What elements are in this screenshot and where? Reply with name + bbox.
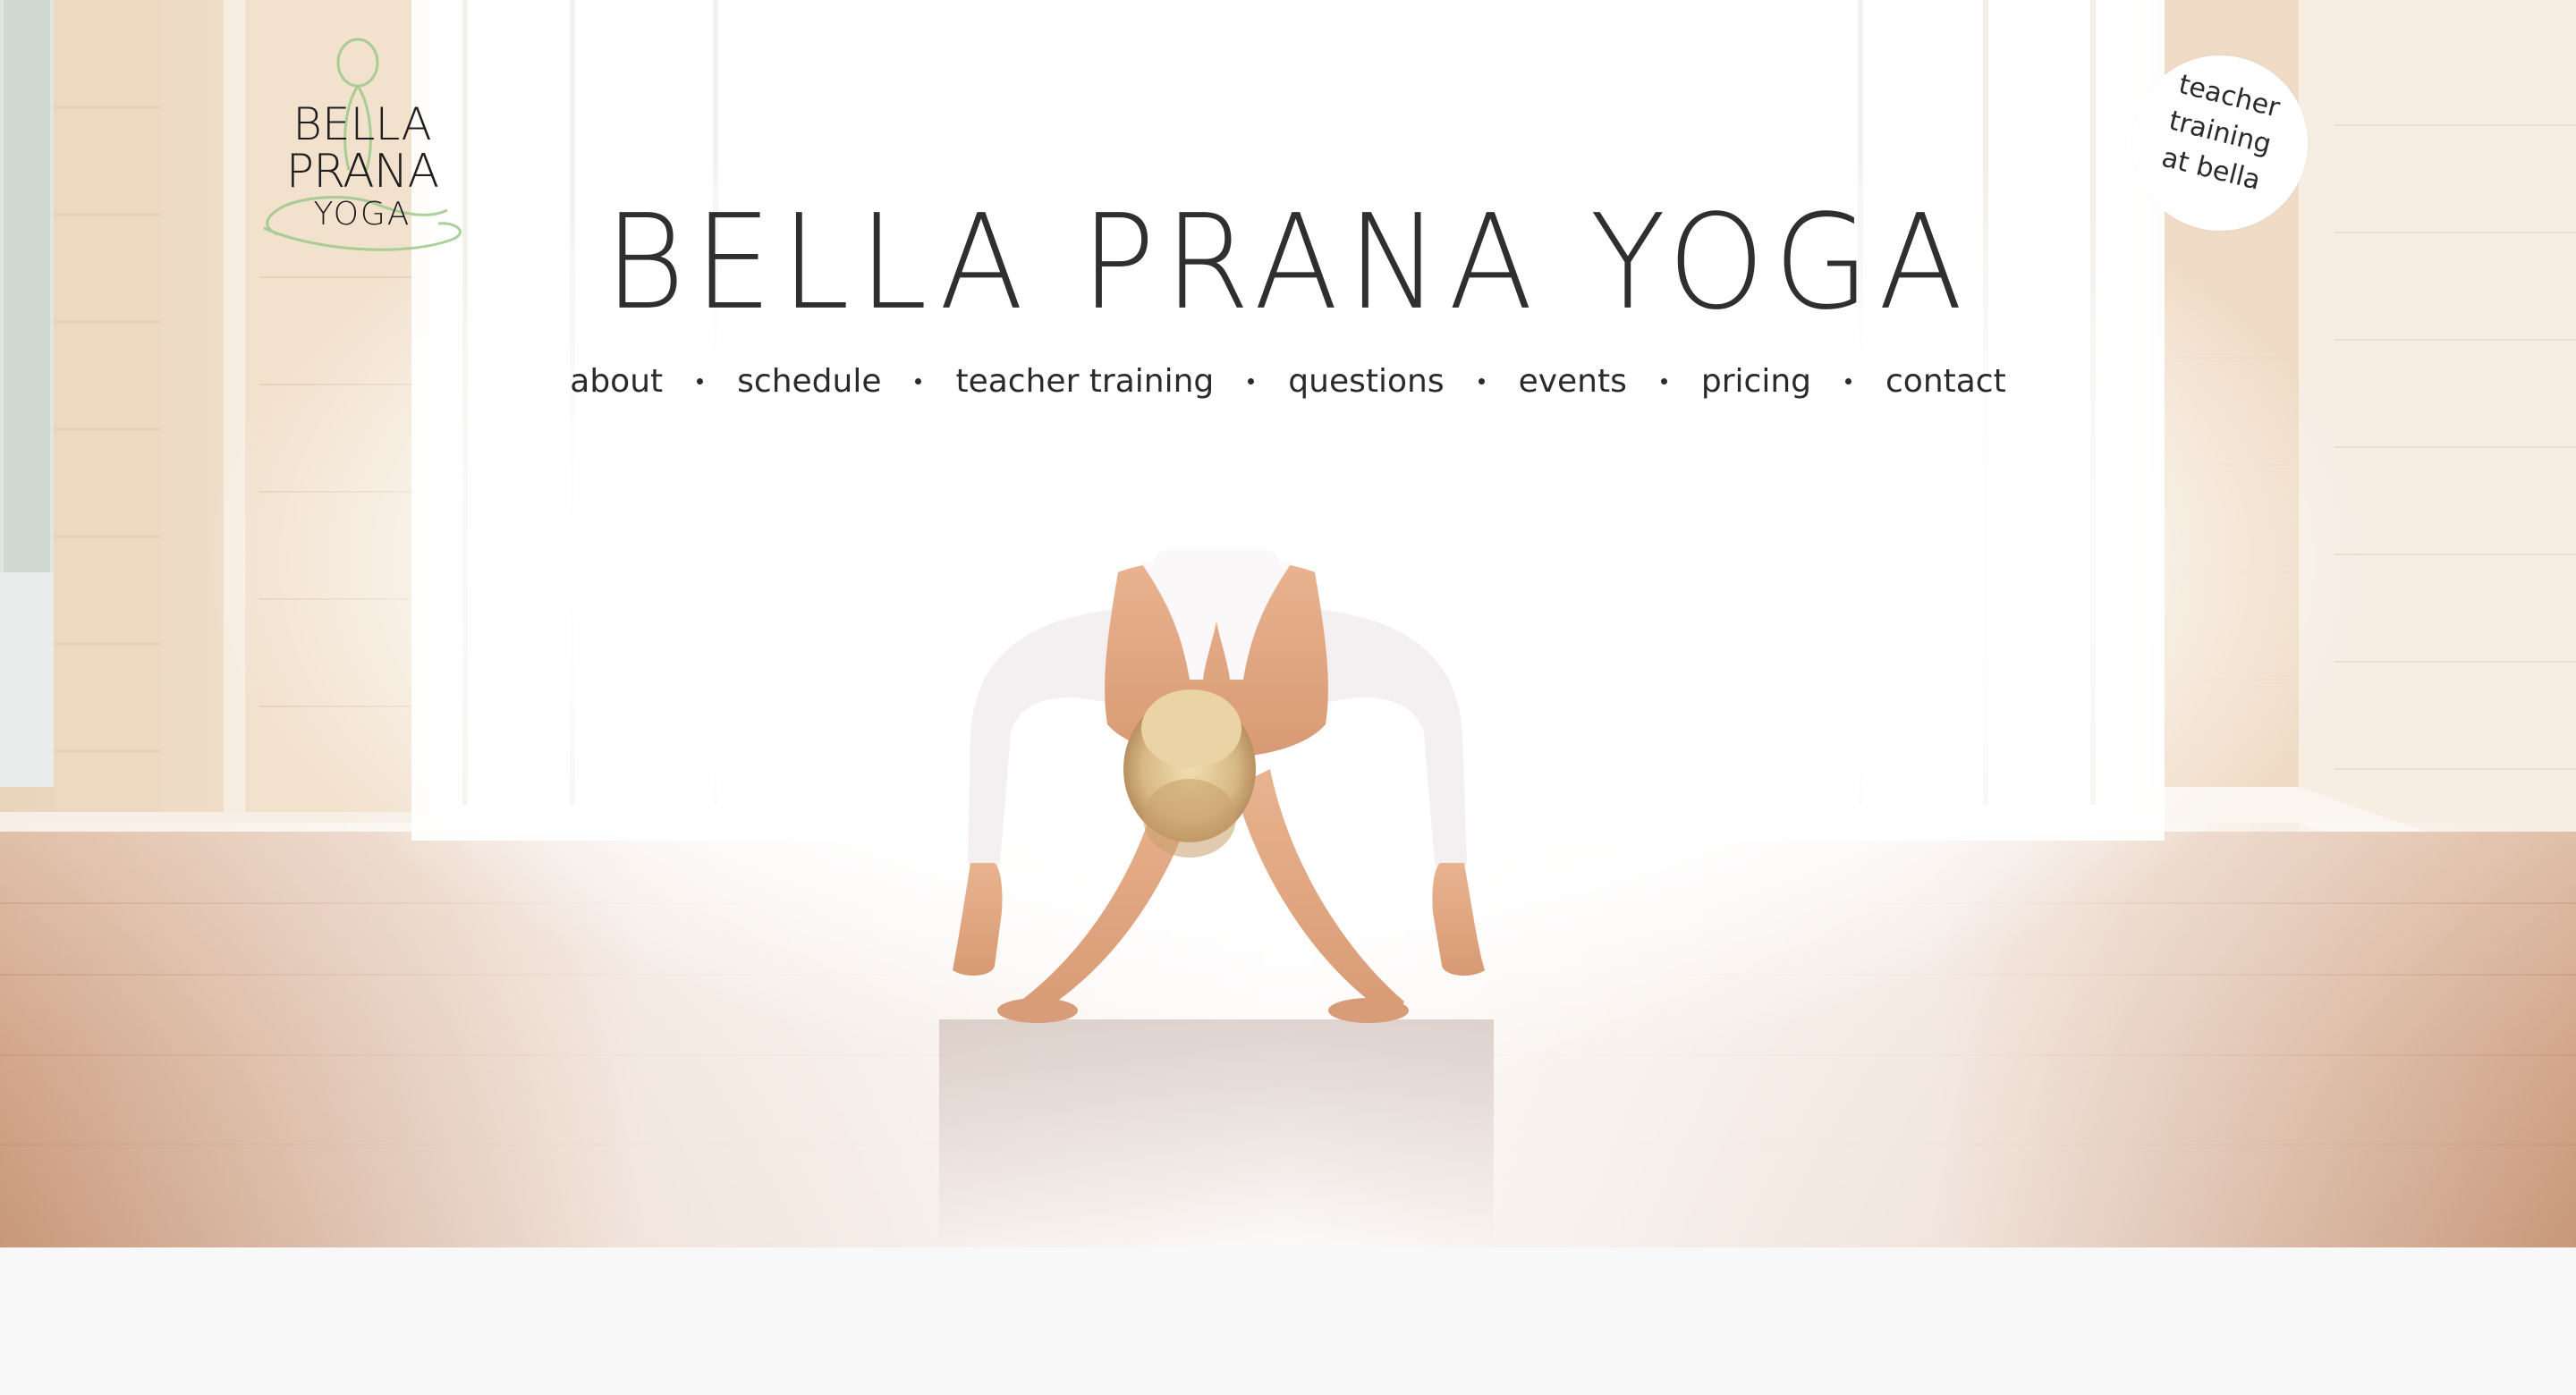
nav-link-events[interactable]: events bbox=[1519, 363, 1627, 400]
teacher-training-badge[interactable]: teacher training at bella bbox=[2132, 55, 2308, 231]
page: BELLA PRANA YOGA BELLA PRANA YOGA about … bbox=[0, 0, 2576, 1395]
nav-link-contact[interactable]: contact bbox=[1885, 363, 2006, 400]
main-navigation: about schedule teacher training question… bbox=[0, 358, 2576, 404]
logo-text-bella: BELLA bbox=[292, 98, 432, 150]
nav-separator-dot bbox=[697, 377, 704, 385]
logo-text-prana: PRANA bbox=[285, 145, 439, 199]
nav-separator-dot bbox=[1845, 377, 1852, 385]
nav-link-pricing[interactable]: pricing bbox=[1701, 363, 1811, 400]
nav-separator-dot bbox=[1248, 377, 1255, 385]
content-strip bbox=[0, 1247, 2576, 1395]
nav-link-about[interactable]: about bbox=[570, 363, 663, 400]
nav-separator-dot bbox=[1478, 377, 1485, 385]
nav-separator-dot bbox=[915, 377, 922, 385]
nav-link-questions[interactable]: questions bbox=[1288, 363, 1444, 400]
nav-link-schedule[interactable]: schedule bbox=[737, 363, 881, 400]
nav-link-teacher-training[interactable]: teacher training bbox=[955, 363, 1214, 400]
nav-separator-dot bbox=[1660, 377, 1667, 385]
